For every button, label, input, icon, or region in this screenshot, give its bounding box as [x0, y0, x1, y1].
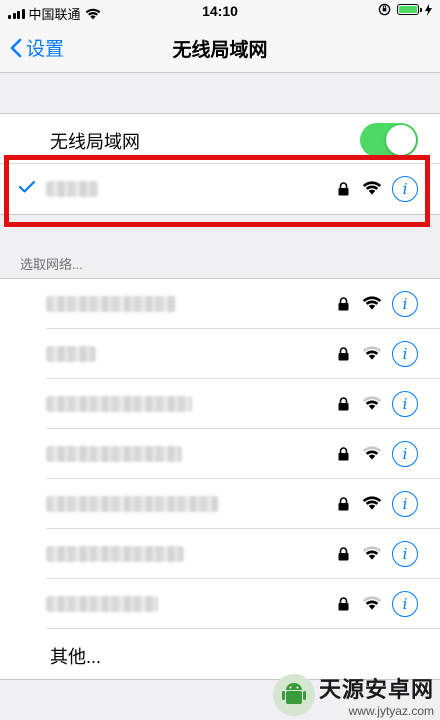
info-button[interactable]: i	[392, 341, 418, 367]
section-header: 选取网络...	[20, 257, 83, 272]
network-list: i i i i i i i 其他...	[0, 278, 440, 680]
wifi-signal-icon	[362, 346, 382, 360]
watermark: 天源安卓网 www.jytyaz.com	[272, 672, 434, 718]
wifi-signal-icon	[362, 546, 382, 560]
lock-icon	[338, 497, 349, 511]
network-row[interactable]: i	[0, 479, 440, 529]
network-name-redacted	[46, 446, 182, 462]
battery-icon	[397, 4, 422, 15]
network-name-redacted	[46, 546, 184, 562]
info-button[interactable]: i	[392, 491, 418, 517]
lock-icon	[338, 297, 349, 311]
wifi-signal-icon	[362, 596, 382, 610]
network-name-redacted	[46, 296, 176, 312]
orientation-lock-icon	[378, 3, 391, 16]
network-row[interactable]: i	[0, 379, 440, 429]
wifi-toggle-label: 无线局域网	[50, 132, 140, 152]
lock-icon	[338, 447, 349, 461]
status-bar: 中国联通 14:10	[0, 0, 440, 22]
wifi-signal-icon	[362, 496, 382, 510]
lock-icon	[338, 597, 349, 611]
network-row[interactable]: i	[0, 579, 440, 629]
info-button[interactable]: i	[392, 291, 418, 317]
android-logo-icon	[272, 674, 315, 716]
lock-icon	[338, 397, 349, 411]
network-name-redacted	[46, 596, 158, 612]
lock-icon	[338, 347, 349, 361]
info-button[interactable]: i	[392, 591, 418, 617]
network-row[interactable]: i	[0, 429, 440, 479]
network-row[interactable]: i	[0, 329, 440, 379]
lock-icon	[338, 547, 349, 561]
charging-icon	[425, 3, 432, 16]
wifi-signal-icon	[362, 446, 382, 460]
wifi-toggle-switch[interactable]	[360, 123, 418, 157]
navigation-bar: 设置 无线局域网	[0, 22, 440, 73]
network-name-redacted	[46, 396, 192, 412]
info-button[interactable]: i	[392, 441, 418, 467]
network-row[interactable]: i	[0, 529, 440, 579]
watermark-url: www.jytyaz.com	[348, 704, 434, 718]
status-right	[378, 3, 432, 16]
page-title: 无线局域网	[172, 40, 268, 61]
watermark-title: 天源安卓网	[318, 677, 434, 702]
highlight-annotation	[4, 155, 430, 227]
info-button[interactable]: i	[392, 391, 418, 417]
other-network-label: 其他...	[50, 647, 102, 667]
network-name-redacted	[46, 346, 96, 362]
wifi-signal-icon	[362, 396, 382, 410]
network-name-redacted	[46, 496, 218, 512]
info-button[interactable]: i	[392, 541, 418, 567]
wifi-signal-icon	[362, 296, 382, 310]
network-row[interactable]: i	[0, 279, 440, 329]
status-time: 14:10	[202, 3, 238, 19]
